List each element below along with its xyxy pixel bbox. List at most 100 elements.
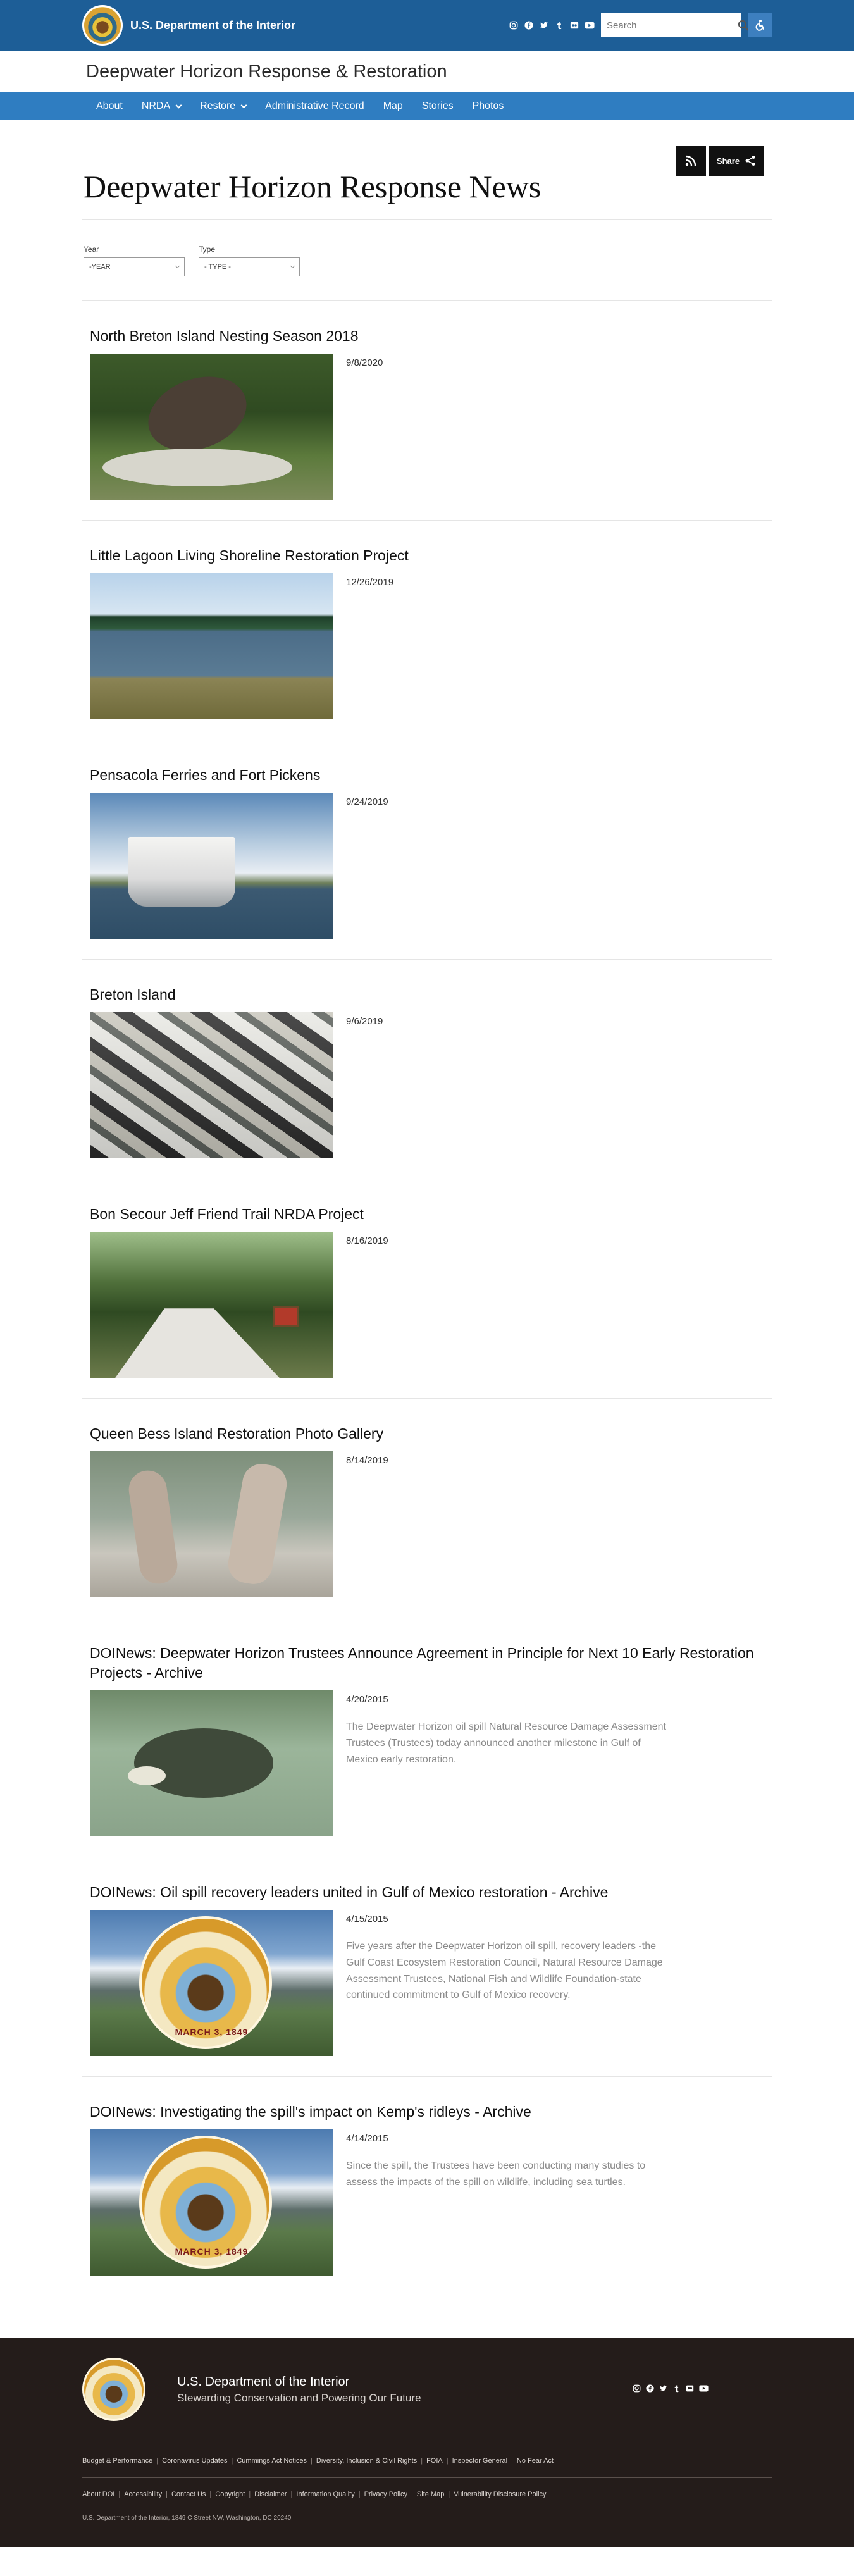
main-nav: About NRDA Restore Administrative Record… bbox=[0, 92, 854, 120]
footer-link[interactable]: Information Quality bbox=[296, 2491, 354, 2498]
footer-link[interactable]: Copyright bbox=[215, 2491, 245, 2498]
news-item-title[interactable]: North Breton Island Nesting Season 2018 bbox=[90, 326, 764, 346]
footer-link[interactable]: Accessibility bbox=[124, 2491, 162, 2498]
type-select-value: - TYPE - bbox=[204, 263, 231, 271]
share-icon bbox=[745, 156, 755, 166]
footer-link[interactable]: Cummings Act Notices bbox=[237, 2457, 307, 2465]
facebook-icon[interactable] bbox=[646, 2384, 654, 2394]
accessibility-button[interactable] bbox=[748, 13, 772, 37]
seal-date-text: MARCH 3, 1849 bbox=[175, 2246, 249, 2257]
type-filter-label: Type bbox=[199, 245, 216, 254]
news-item-title[interactable]: Breton Island bbox=[90, 985, 764, 1005]
main-content: Share Deepwater Horizon Response News Ye… bbox=[82, 120, 772, 2297]
site-footer: U.S. Department of the Interior Stewardi… bbox=[0, 2338, 854, 2548]
type-select[interactable]: - TYPE - bbox=[199, 257, 300, 276]
twitter-icon[interactable] bbox=[539, 20, 549, 30]
news-item-summary: Since the spill, the Trustees have been … bbox=[346, 2160, 646, 2188]
chevron-down-icon bbox=[175, 263, 180, 269]
nav-item-label: About bbox=[96, 101, 123, 111]
news-item-image[interactable] bbox=[90, 354, 333, 500]
news-item: DOINews: Oil spill recovery leaders unit… bbox=[82, 1857, 772, 2078]
chevron-down-icon bbox=[240, 102, 247, 108]
youtube-icon[interactable] bbox=[585, 20, 595, 30]
news-item-title[interactable]: Bon Secour Jeff Friend Trail NRDA Projec… bbox=[90, 1204, 764, 1224]
instagram-icon[interactable] bbox=[509, 20, 519, 30]
news-item-date: 8/14/2019 bbox=[346, 1455, 388, 1466]
social-links bbox=[509, 20, 595, 30]
footer-tagline: Stewarding Conservation and Powering Our… bbox=[177, 2391, 421, 2404]
footer-link[interactable]: Privacy Policy bbox=[364, 2491, 407, 2498]
nav-item-label: Administrative Record bbox=[265, 101, 364, 111]
news-item-date: 4/20/2015 bbox=[346, 1694, 388, 1706]
news-item: Little Lagoon Living Shoreline Restorati… bbox=[82, 521, 772, 741]
tumblr-icon[interactable] bbox=[554, 20, 564, 30]
nav-item-administrative-record[interactable]: Administrative Record bbox=[252, 92, 371, 120]
footer-link[interactable]: Diversity, Inclusion & Civil Rights bbox=[316, 2457, 417, 2465]
nav-item-photos[interactable]: Photos bbox=[460, 92, 511, 120]
news-item-image[interactable]: MARCH 3, 1849 bbox=[90, 1910, 333, 2057]
year-select[interactable]: -YEAR bbox=[84, 257, 185, 276]
footer-link[interactable]: Budget & Performance bbox=[82, 2457, 152, 2465]
nav-item-map[interactable]: Map bbox=[371, 92, 409, 120]
news-item-title[interactable]: DOINews: Investigating the spill's impac… bbox=[90, 2102, 764, 2122]
share-button[interactable]: Share bbox=[709, 146, 764, 176]
top-header: U.S. Department of the Interior bbox=[0, 0, 854, 51]
year-filter-label: Year bbox=[84, 245, 99, 254]
footer-link[interactable]: Contact Us bbox=[171, 2491, 206, 2498]
footer-link[interactable]: No Fear Act bbox=[517, 2457, 554, 2465]
footer-link[interactable]: About DOI bbox=[82, 2491, 114, 2498]
flickr-icon[interactable] bbox=[686, 2384, 694, 2394]
nav-item-nrda[interactable]: NRDA bbox=[129, 92, 187, 120]
site-title[interactable]: Deepwater Horizon Response & Restoration bbox=[86, 61, 447, 82]
footer-link[interactable]: Site Map bbox=[417, 2491, 444, 2498]
chevron-down-icon bbox=[175, 102, 182, 108]
year-filter: Year -YEAR bbox=[84, 245, 185, 276]
news-item-image[interactable] bbox=[90, 1451, 333, 1598]
instagram-icon[interactable] bbox=[633, 2384, 641, 2394]
news-item-date: 8/16/2019 bbox=[346, 1235, 388, 1247]
news-item: North Breton Island Nesting Season 2018 … bbox=[82, 300, 772, 521]
news-item-image[interactable] bbox=[90, 793, 333, 939]
news-item: Bon Secour Jeff Friend Trail NRDA Projec… bbox=[82, 1179, 772, 1399]
brand-link[interactable]: U.S. Department of the Interior bbox=[82, 5, 295, 46]
news-item-title[interactable]: DOINews: Oil spill recovery leaders unit… bbox=[90, 1883, 764, 1902]
footer-link[interactable]: FOIA bbox=[426, 2457, 443, 2465]
year-select-value: -YEAR bbox=[89, 263, 111, 271]
doi-seal-logo[interactable] bbox=[82, 2358, 145, 2422]
type-filter: Type - TYPE - bbox=[199, 245, 300, 276]
footer-link[interactable]: Vulnerability Disclosure Policy bbox=[454, 2491, 546, 2498]
footer-link[interactable]: Inspector General bbox=[452, 2457, 507, 2465]
news-item-image[interactable]: MARCH 3, 1849 bbox=[90, 2129, 333, 2276]
news-item-title[interactable]: Little Lagoon Living Shoreline Restorati… bbox=[90, 546, 764, 566]
footer-links-secondary: About DOI | Accessibility | Contact Us | Co… bbox=[82, 2491, 547, 2499]
news-item-image[interactable] bbox=[90, 1232, 333, 1378]
news-item-image[interactable] bbox=[90, 1012, 333, 1159]
youtube-icon[interactable] bbox=[699, 2384, 709, 2394]
rss-button[interactable] bbox=[676, 146, 706, 176]
news-item-image[interactable] bbox=[90, 573, 333, 720]
news-item: Breton Island 9/6/2019 bbox=[82, 960, 772, 1180]
search-input[interactable] bbox=[602, 14, 738, 37]
news-item-title[interactable]: Queen Bess Island Restoration Photo Gall… bbox=[90, 1424, 764, 1444]
footer-links-primary: Budget & Performance | Coronavirus Update… bbox=[82, 2424, 772, 2479]
share-row: Share bbox=[82, 120, 772, 197]
footer-org-name: U.S. Department of the Interior bbox=[177, 2374, 350, 2389]
nav-item-about[interactable]: About bbox=[82, 92, 129, 120]
filters: Year -YEAR Type - TYPE - bbox=[82, 220, 772, 300]
brand-name: U.S. Department of the Interior bbox=[130, 18, 296, 32]
news-item-image[interactable] bbox=[90, 1690, 333, 1837]
footer-address: U.S. Department of the Interior, 1849 C … bbox=[82, 2515, 292, 2522]
tumblr-icon[interactable] bbox=[672, 2384, 681, 2394]
twitter-icon[interactable] bbox=[659, 2384, 667, 2394]
nav-item-label: Photos bbox=[472, 101, 504, 111]
flickr-icon[interactable] bbox=[569, 20, 579, 30]
news-item-title[interactable]: Pensacola Ferries and Fort Pickens bbox=[90, 765, 764, 785]
news-item-title[interactable]: DOINews: Deepwater Horizon Trustees Anno… bbox=[90, 1644, 764, 1683]
footer-link[interactable]: Disclaimer bbox=[254, 2491, 287, 2498]
nav-item-restore[interactable]: Restore bbox=[187, 92, 252, 120]
footer-link[interactable]: Coronavirus Updates bbox=[162, 2457, 227, 2465]
nav-item-stories[interactable]: Stories bbox=[409, 92, 460, 120]
facebook-icon[interactable] bbox=[524, 20, 534, 30]
news-item-date: 9/8/2020 bbox=[346, 357, 383, 369]
doi-seal-logo bbox=[82, 5, 123, 46]
